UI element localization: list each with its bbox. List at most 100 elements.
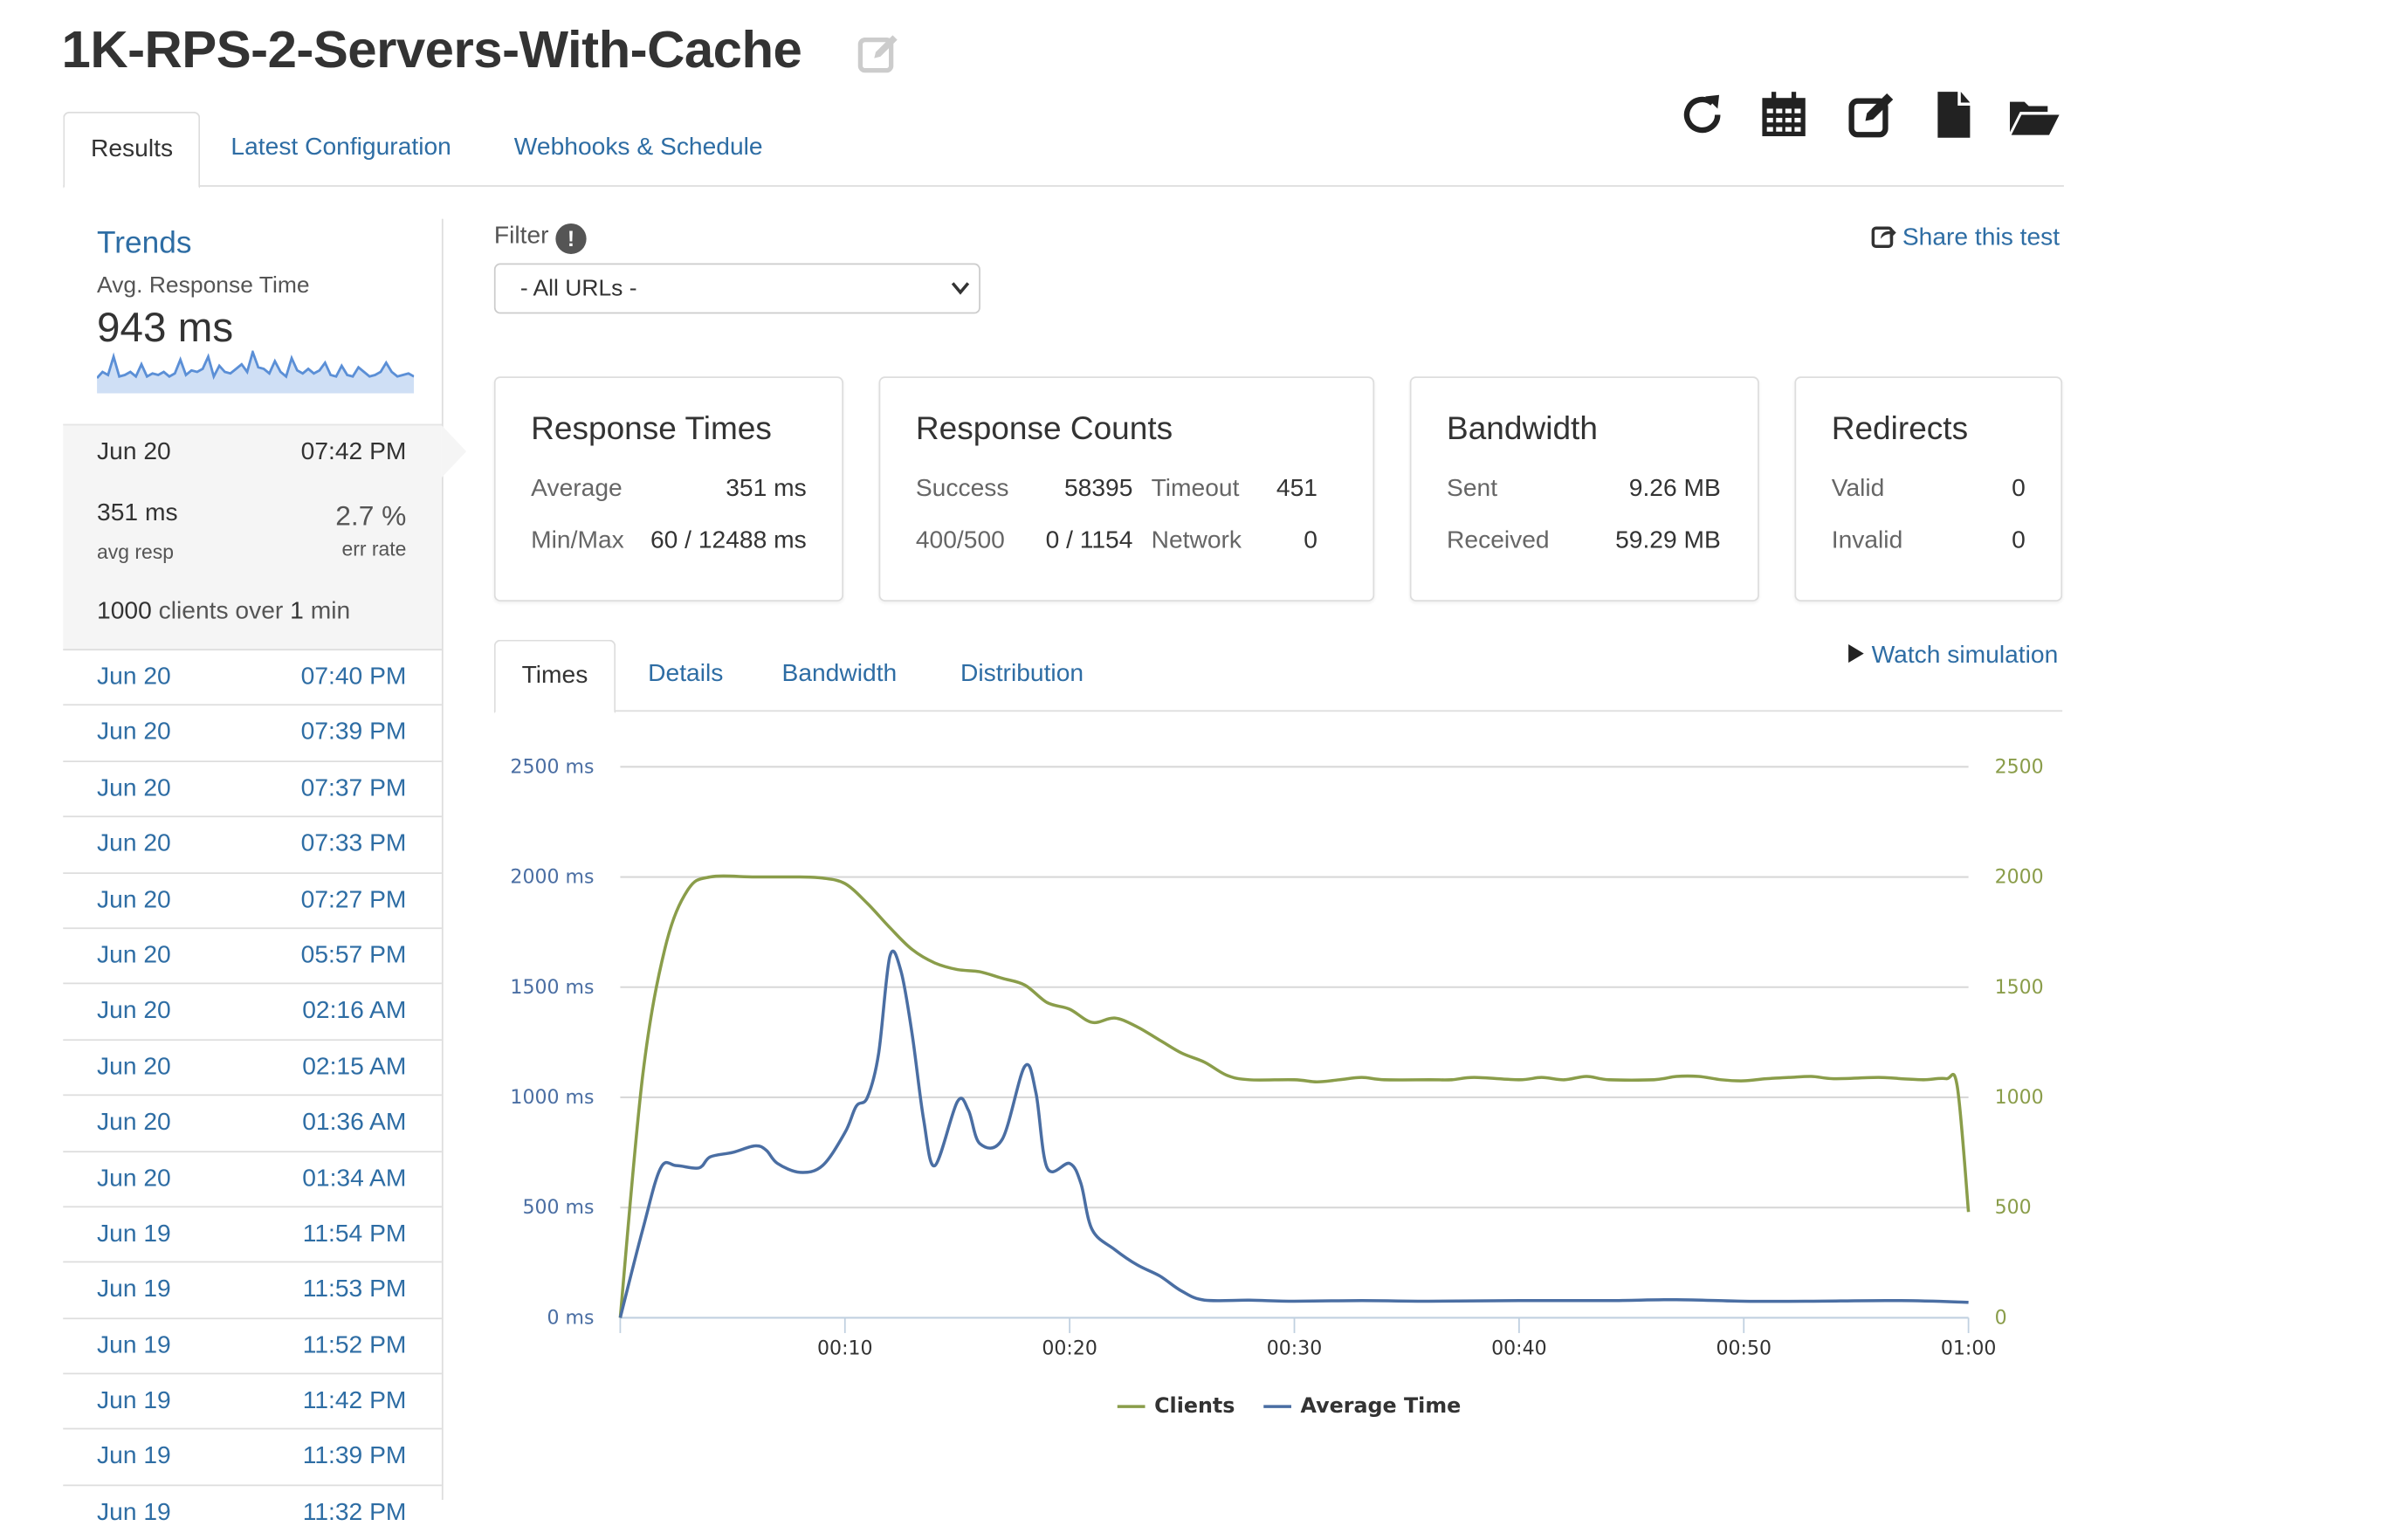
play-icon [1848, 644, 1864, 663]
share-link[interactable]: Share this test [1871, 223, 2060, 252]
history-time: 11:53 PM [302, 1276, 407, 1303]
history-item[interactable]: Jun 20 07:39 PM [63, 705, 442, 760]
redirects-title: Redirects [1831, 411, 1969, 447]
trends-title[interactable]: Trends [97, 226, 191, 261]
avg-resp-label: avg resp [97, 540, 174, 564]
history-item[interactable]: Jun 20 07:40 PM [63, 649, 442, 705]
history-time: 05:57 PM [300, 942, 407, 969]
y-left-tick-label: 2000 ms [510, 867, 594, 889]
history-item[interactable]: Jun 20 07:33 PM [63, 815, 442, 872]
err-rate-value: 2.7 % [335, 500, 407, 532]
history-time: 01:34 AM [302, 1165, 407, 1192]
tab-bandwidth[interactable]: Bandwidth [782, 640, 898, 711]
edit-title-icon[interactable] [856, 31, 902, 77]
history-date: Jun 19 [97, 1499, 171, 1526]
legend-average-time[interactable]: Average Time [1301, 1393, 1462, 1418]
timeout-label: Timeout [1151, 476, 1240, 503]
calendar-icon[interactable] [1758, 89, 1810, 141]
info-icon[interactable]: ! [555, 223, 587, 255]
history-time: 02:16 AM [302, 998, 407, 1025]
share-label: Share this test [1902, 224, 2060, 251]
tab-latest-configuration[interactable]: Latest Configuration [230, 112, 451, 185]
trends-value: 943 ms [97, 304, 234, 351]
y-right-tick-label: 2000 [1995, 867, 2044, 889]
invalid-value: 0 [2012, 527, 2026, 554]
history-date: Jun 19 [97, 1332, 171, 1359]
tab-times[interactable]: Times [493, 639, 616, 713]
y-left-tick-label: 1500 ms [510, 977, 594, 999]
network-value: 0 [1304, 527, 1317, 554]
history-date: Jun 20 [97, 1165, 171, 1192]
minmax-label: Min/Max [531, 527, 624, 554]
watch-simulation-link[interactable]: Watch simulation [1847, 643, 2058, 670]
history-date: Jun 19 [97, 1276, 171, 1303]
history-time: 07:27 PM [300, 887, 407, 913]
current-run: Jun 20 07:42 PM 351 ms 2.7 % avg resp er… [63, 423, 467, 651]
invalid-label: Invalid [1831, 527, 1903, 554]
legend-clients[interactable]: Clients [1154, 1393, 1235, 1418]
y-left-tick-label: 0 ms [547, 1307, 594, 1329]
refresh-icon[interactable] [1676, 89, 1729, 141]
response-counts-card: Response Counts Success 58395 Timeout 45… [878, 376, 1375, 602]
folder-open-icon[interactable] [2007, 89, 2060, 141]
url-filter-selected: - All URLs - [519, 275, 637, 302]
history-time: 07:39 PM [300, 719, 407, 746]
history-time: 11:54 PM [302, 1220, 407, 1248]
x-tick-label: 00:20 [1042, 1338, 1097, 1360]
history-time: 07:37 PM [300, 775, 407, 802]
current-run-date: Jun 20 [97, 439, 171, 465]
history-item[interactable]: Jun 19 11:42 PM [63, 1372, 442, 1429]
tab-distribution[interactable]: Distribution [960, 640, 1084, 711]
history-date: Jun 20 [97, 1054, 171, 1081]
history-item[interactable]: Jun 20 07:37 PM [63, 760, 442, 816]
history-time: 01:36 AM [302, 1110, 407, 1137]
tab-details[interactable]: Details [648, 640, 723, 711]
tab-results[interactable]: Results [63, 111, 201, 189]
received-value: 59.29 MB [1615, 527, 1721, 554]
history-item[interactable]: Jun 19 11:52 PM [63, 1317, 442, 1373]
e400-500-value: 0 / 1154 [1045, 527, 1133, 554]
history-item[interactable]: Jun 20 01:34 AM [63, 1150, 442, 1206]
err-rate-label: err rate [341, 537, 407, 560]
y-right-tick-label: 1000 [1995, 1087, 2044, 1109]
history-item[interactable]: Jun 19 11:53 PM [63, 1262, 442, 1317]
history-date: Jun 20 [97, 831, 171, 858]
history-item[interactable]: Jun 19 11:39 PM [63, 1428, 442, 1484]
history-date: Jun 20 [97, 1110, 171, 1137]
received-label: Received [1447, 527, 1550, 554]
history-item[interactable]: Jun 20 01:36 AM [63, 1094, 442, 1151]
sent-label: Sent [1447, 476, 1498, 503]
file-icon[interactable] [1927, 89, 1979, 141]
url-filter-select[interactable]: - All URLs - [493, 263, 980, 314]
timeout-value: 451 [1276, 476, 1317, 503]
page-title: 1K-RPS-2-Servers-With-Cache [61, 21, 802, 80]
history-time: 11:32 PM [302, 1499, 407, 1526]
clients-count: 1000 [97, 598, 152, 625]
edit-icon[interactable] [1846, 89, 1898, 141]
watch-simulation-label: Watch simulation [1871, 643, 2059, 670]
history-item[interactable]: Jun 20 02:16 AM [63, 983, 442, 1039]
x-tick-label: 00:10 [817, 1338, 872, 1360]
history-item[interactable]: Jun 20 02:15 AM [63, 1038, 442, 1095]
current-run-time: 07:42 PM [300, 439, 407, 465]
x-tick-label: 01:00 [1941, 1338, 1996, 1360]
average-time-series-line [618, 949, 1969, 1318]
valid-label: Valid [1831, 476, 1885, 503]
history-item[interactable]: Jun 19 11:32 PM [63, 1484, 442, 1540]
history-date: Jun 20 [97, 663, 171, 691]
clients-summary: 1000 clients over 1 min [97, 598, 350, 626]
history-date: Jun 20 [97, 719, 171, 746]
x-tick-label: 00:30 [1267, 1338, 1322, 1360]
average-label: Average [531, 476, 623, 503]
response-times-title: Response Times [531, 411, 772, 447]
history-date: Jun 20 [97, 998, 171, 1025]
history-item[interactable]: Jun 20 05:57 PM [63, 927, 442, 983]
tab-webhooks-schedule[interactable]: Webhooks & Schedule [514, 112, 763, 185]
history-time: 11:52 PM [302, 1332, 407, 1359]
clients-duration: 1 [290, 598, 304, 625]
history-item[interactable]: Jun 20 07:27 PM [63, 871, 442, 928]
valid-value: 0 [2012, 476, 2026, 503]
minmax-value: 60 / 12488 ms [650, 527, 807, 554]
y-right-tick-label: 0 [1995, 1307, 2007, 1329]
history-item[interactable]: Jun 19 11:54 PM [63, 1206, 442, 1262]
